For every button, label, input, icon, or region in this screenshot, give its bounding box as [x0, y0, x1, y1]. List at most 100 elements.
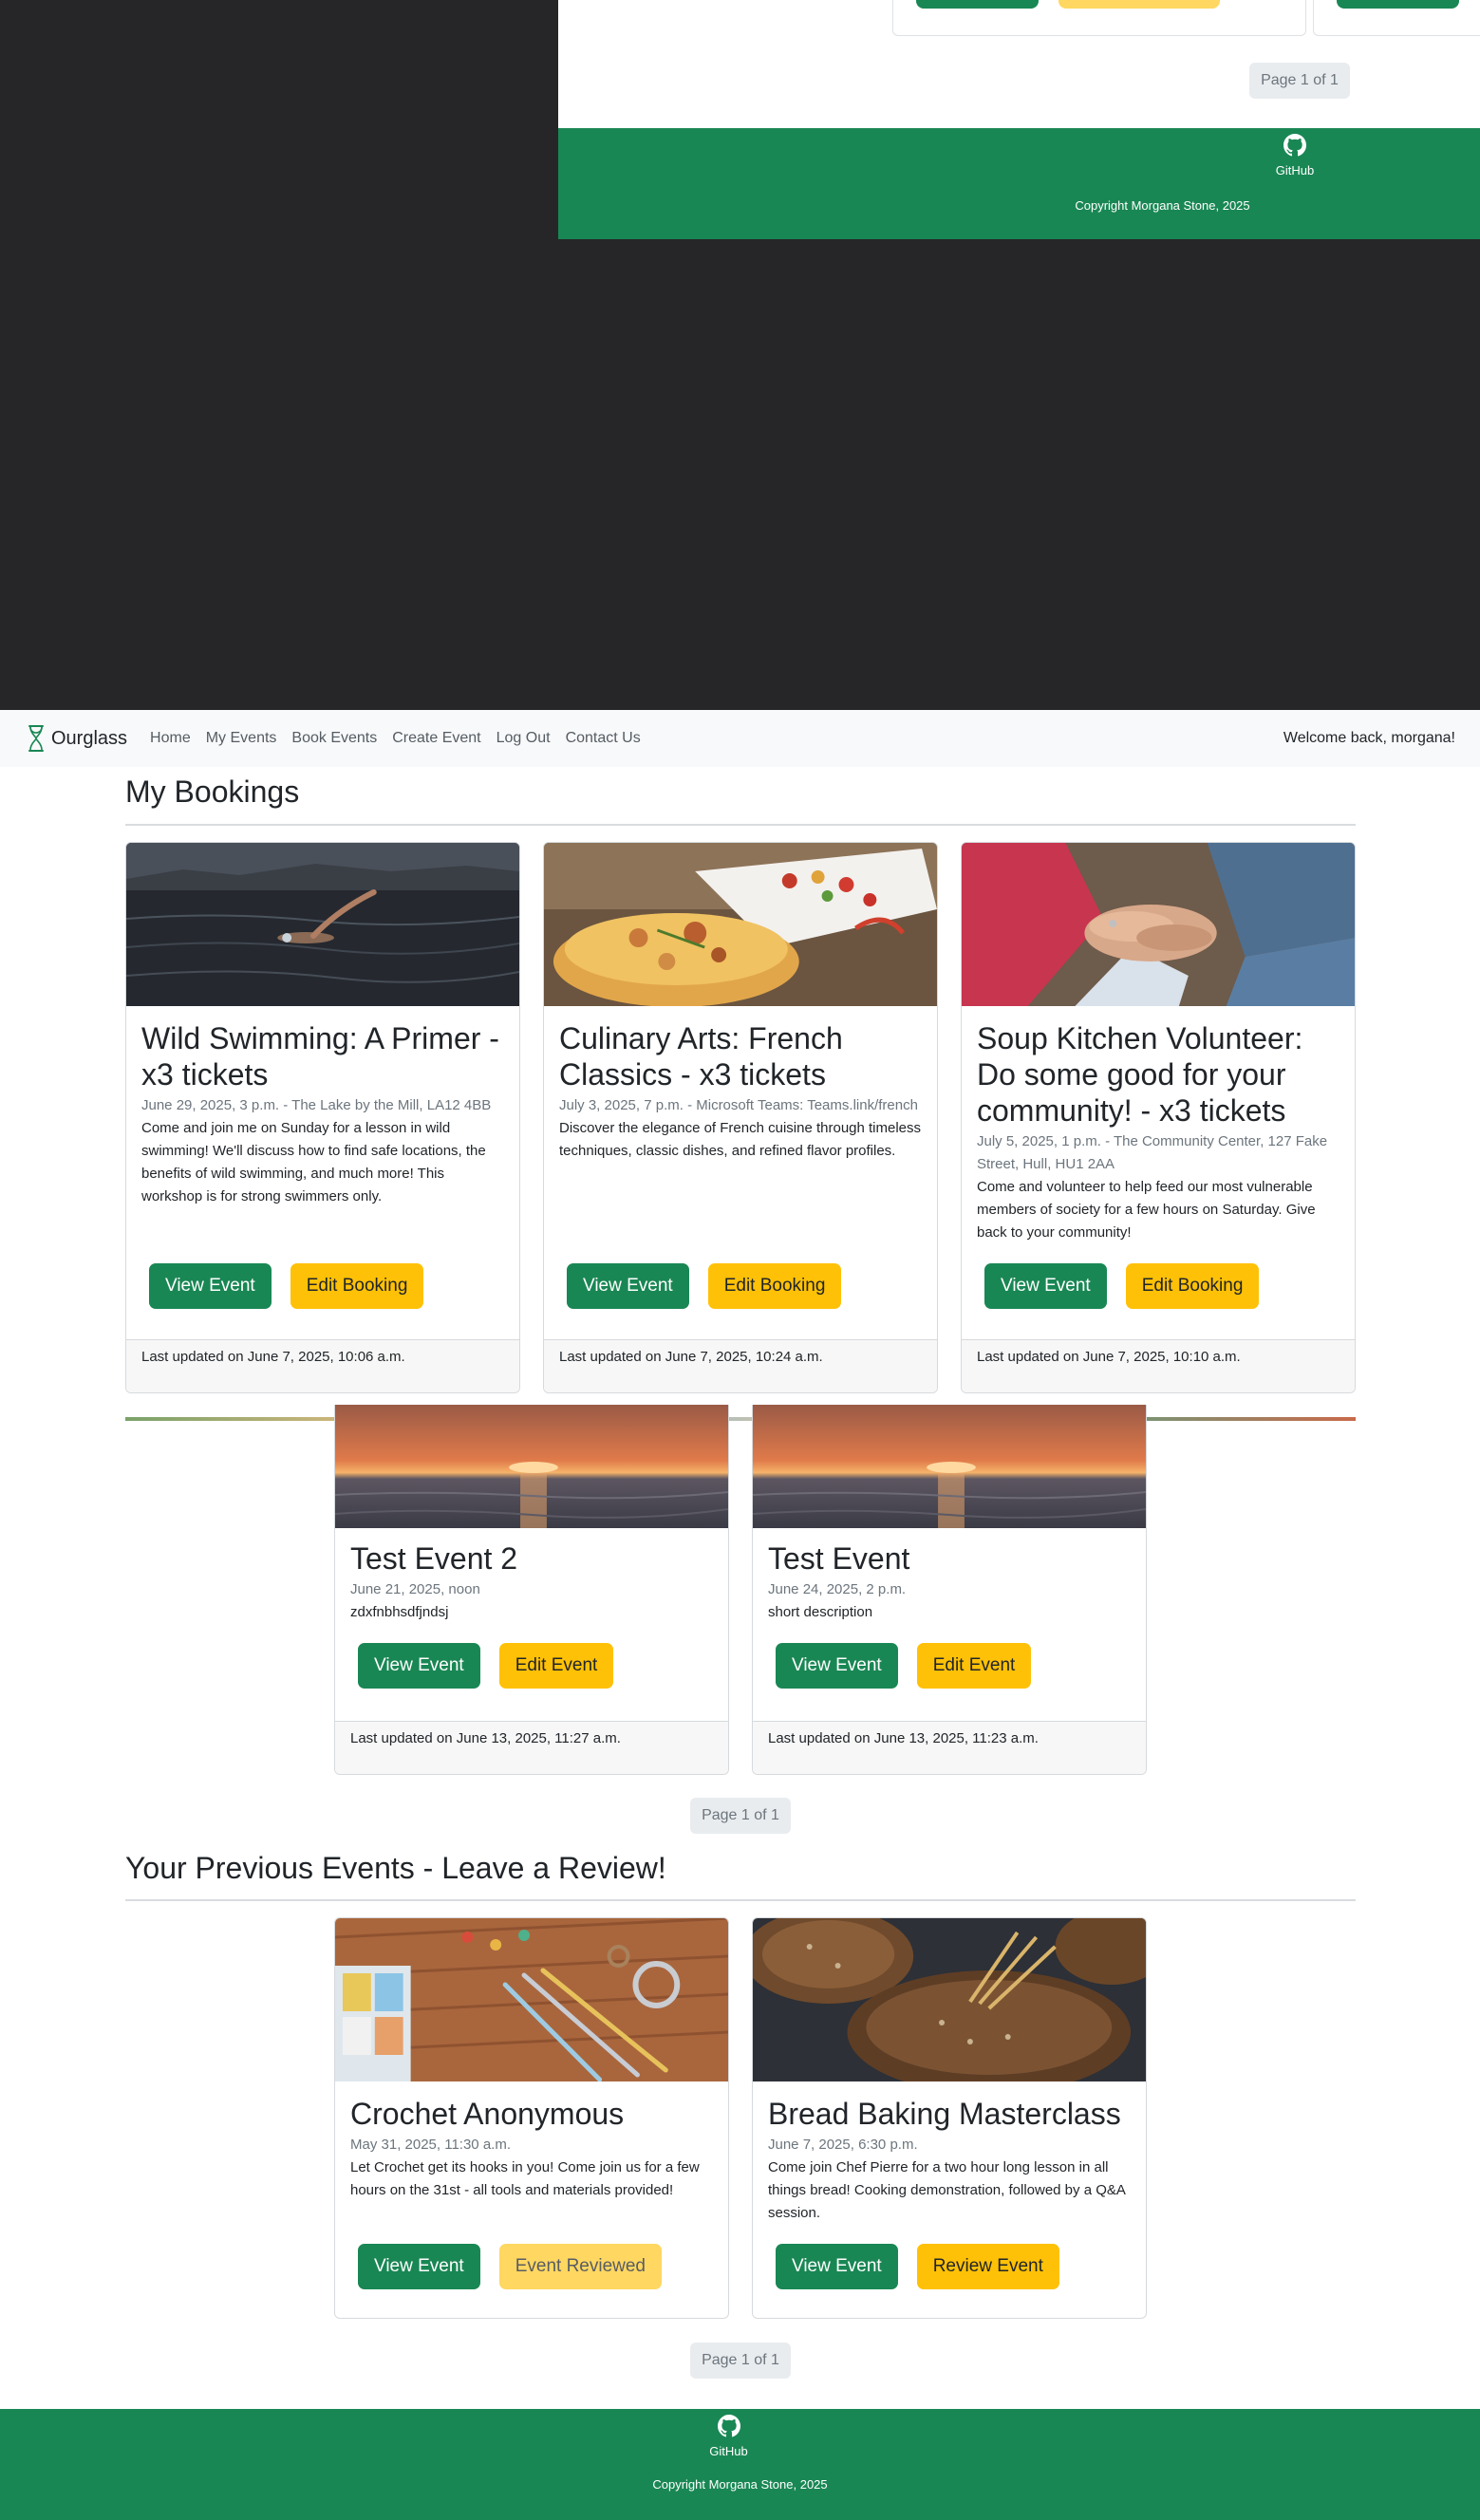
card-title: Test Event 2 — [350, 1541, 518, 1576]
card-body: Test Event June 24, 2025, 2 p.m. short d… — [768, 1540, 1131, 1624]
nav-log-out[interactable]: Log Out — [496, 730, 551, 747]
card-date: June 24, 2025, 2 p.m. — [768, 1581, 907, 1597]
card-body: Soup Kitchen Volunteer: Do some good for… — [977, 1020, 1339, 1244]
brand-name: Ourglass — [51, 727, 128, 749]
previous-event-card: Bread Baking Masterclass June 7, 2025, 6… — [752, 1917, 1147, 2319]
card-actions: View Event Edit Booking — [149, 1263, 424, 1309]
card-date-location: June 29, 2025, 3 p.m. - The Lake by the … — [141, 1097, 492, 1113]
edit-booking-button[interactable]: Edit Booking — [1125, 1263, 1260, 1309]
view-event-button[interactable]: View Event — [776, 2244, 898, 2289]
booking-card: Soup Kitchen Volunteer: Do some good for… — [961, 842, 1356, 1393]
card-footer: Last updated on June 13, 2025, 11:27 a.m… — [335, 1721, 728, 1774]
card-footer: Last updated on June 7, 2025, 10:10 a.m. — [962, 1339, 1355, 1392]
nav-book-events[interactable]: Book Events — [291, 730, 377, 747]
section-divider — [125, 1899, 1356, 1901]
previous-events-pagination: Page 1 of 1 — [690, 2343, 791, 2379]
card-body: Test Event 2 June 21, 2025, noon zdxfnbh… — [350, 1540, 713, 1624]
event-image-hands — [962, 843, 1355, 1006]
card-body: Wild Swimming: A Primer - x3 tickets Jun… — [141, 1020, 504, 1208]
event-image-bread — [753, 1918, 1146, 2081]
brand-link[interactable]: Ourglass — [25, 724, 127, 753]
view-event-button[interactable]: View Event — [358, 2244, 480, 2289]
previous-event-card: Crochet Anonymous May 31, 2025, 11:30 a.… — [334, 1917, 729, 2319]
card-footer: Last updated on June 7, 2025, 10:24 a.m. — [544, 1339, 937, 1392]
card-title: Bread Baking Masterclass — [768, 2097, 1121, 2131]
hosted-event-card: Test Event 2 June 21, 2025, noon zdxfnbh… — [334, 1405, 729, 1775]
scroll-artifact-panel: Page 1 of 1 GitHub Copyright Morgana Sto… — [558, 0, 1480, 239]
ghost-github-link: GitHub — [1262, 134, 1328, 177]
booking-card: Culinary Arts: French Classics - x3 tick… — [543, 842, 938, 1393]
nav-home[interactable]: Home — [150, 730, 191, 747]
navbar: Ourglass Home My Events Book Events Crea… — [0, 710, 1480, 767]
welcome-message: Welcome back, morgana! — [1283, 730, 1455, 746]
card-actions: View Event Edit Event — [358, 1643, 614, 1689]
ghost-pagination: Page 1 of 1 — [1249, 63, 1350, 99]
card-description: Come and join me on Sunday for a lesson … — [141, 1120, 486, 1204]
github-icon — [717, 2415, 740, 2437]
github-link[interactable]: GitHub — [693, 2415, 764, 2458]
card-actions: View Event Edit Booking — [567, 1263, 842, 1309]
card-actions: View Event Edit Event — [776, 1643, 1032, 1689]
card-date: June 21, 2025, noon — [350, 1581, 480, 1597]
view-event-button[interactable]: View Event — [776, 1643, 898, 1689]
review-event-button[interactable]: Review Event — [916, 2244, 1059, 2289]
hosted-event-card: Test Event June 24, 2025, 2 p.m. short d… — [752, 1405, 1147, 1775]
card-title: Culinary Arts: French Classics - x3 tick… — [559, 1021, 843, 1092]
card-footer: Last updated on June 7, 2025, 10:06 a.m. — [126, 1339, 519, 1392]
view-event-button[interactable]: View Event — [149, 1263, 272, 1309]
edit-booking-button[interactable]: Edit Booking — [290, 1263, 424, 1309]
nav-my-events[interactable]: My Events — [206, 730, 277, 747]
edit-booking-button[interactable]: Edit Booking — [707, 1263, 842, 1309]
card-title: Crochet Anonymous — [350, 2097, 625, 2131]
my-events-pagination: Page 1 of 1 — [690, 1798, 791, 1834]
card-title: Wild Swimming: A Primer - x3 tickets — [141, 1021, 499, 1092]
card-title: Soup Kitchen Volunteer: Do some good for… — [977, 1021, 1303, 1128]
view-event-button[interactable]: View Event — [358, 1643, 480, 1689]
ghost-card-right — [1313, 0, 1480, 36]
github-label: GitHub — [709, 2444, 748, 2458]
card-description: Come join Chef Pierre for a two hour lon… — [768, 2159, 1126, 2221]
nav-create-event[interactable]: Create Event — [392, 730, 480, 747]
event-image-crochet — [335, 1918, 728, 2081]
footer: GitHub Copyright Morgana Stone, 2025 — [0, 2409, 1480, 2520]
hourglass-icon — [28, 725, 44, 752]
copyright-text: Copyright Morgana Stone, 2025 — [652, 2477, 828, 2492]
card-actions: View Event Edit Booking — [984, 1263, 1260, 1309]
my-bookings-heading: My Bookings — [125, 775, 300, 809]
previous-events-heading: Your Previous Events - Leave a Review! — [125, 1851, 666, 1885]
ghost-edit-button — [1058, 0, 1220, 9]
image-strip-artifact — [125, 1417, 1356, 1421]
card-description: Come and volunteer to help feed our most… — [977, 1179, 1316, 1241]
card-date-location: July 5, 2025, 1 p.m. - The Community Cen… — [977, 1133, 1328, 1172]
card-description: zdxfnbhsdfjndsj — [350, 1604, 449, 1620]
ghost-github-label: GitHub — [1275, 163, 1315, 177]
view-event-button[interactable]: View Event — [984, 1263, 1107, 1309]
nav-contact-us[interactable]: Contact Us — [566, 730, 641, 747]
ghost-card-left — [892, 0, 1306, 36]
card-date: May 31, 2025, 11:30 a.m. — [350, 2137, 511, 2153]
event-image-quiche — [544, 843, 937, 1006]
ghost-footer: GitHub Copyright Morgana Stone, 2025 — [558, 128, 1480, 239]
card-actions: View Event Event Reviewed — [358, 2244, 662, 2289]
ghost-view-button — [916, 0, 1039, 9]
section-divider — [125, 824, 1356, 826]
card-footer: Last updated on June 13, 2025, 11:23 a.m… — [753, 1721, 1146, 1774]
github-icon — [1283, 134, 1306, 157]
edit-event-button[interactable]: Edit Event — [498, 1643, 614, 1689]
event-image-sunset — [335, 1405, 728, 1528]
card-body: Bread Baking Masterclass June 7, 2025, 6… — [768, 2096, 1131, 2225]
card-date-location: July 3, 2025, 7 p.m. - Microsoft Teams: … — [559, 1097, 918, 1113]
ghost-view-button-2 — [1337, 0, 1459, 9]
event-image-swimming — [126, 843, 519, 1006]
view-event-button[interactable]: View Event — [567, 1263, 689, 1309]
card-description: Let Crochet get its hooks in you! Come j… — [350, 2159, 700, 2198]
edit-event-button[interactable]: Edit Event — [916, 1643, 1032, 1689]
card-body: Crochet Anonymous May 31, 2025, 11:30 a.… — [350, 2096, 713, 2202]
card-body: Culinary Arts: French Classics - x3 tick… — [559, 1020, 922, 1163]
ghost-copyright: Copyright Morgana Stone, 2025 — [1075, 198, 1250, 213]
card-description: Discover the elegance of French cuisine … — [559, 1120, 922, 1159]
event-image-sunset — [753, 1405, 1146, 1528]
booking-card: Wild Swimming: A Primer - x3 tickets Jun… — [125, 842, 520, 1393]
card-title: Test Event — [768, 1541, 910, 1576]
card-date: June 7, 2025, 6:30 p.m. — [768, 2137, 918, 2153]
